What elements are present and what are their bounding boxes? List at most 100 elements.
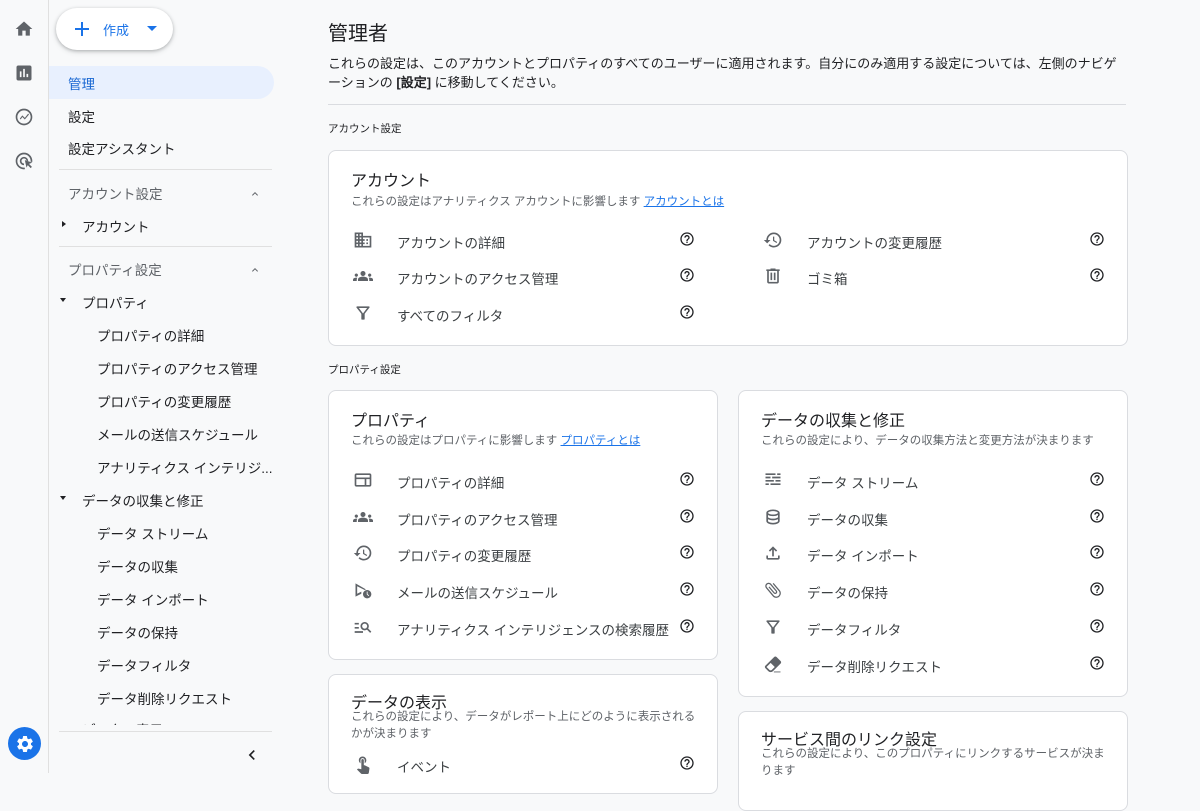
sidebar-subitem[interactable]: データ ストリーム	[97, 523, 208, 543]
intelligence-history-row[interactable]: アナリティクス インテリジェンスの検索履歴	[353, 615, 703, 639]
data-filter-row[interactable]: データフィルタ	[763, 615, 1113, 639]
sidebar-item-assistant[interactable]: 設定アシスタント	[49, 131, 274, 164]
sidebar-item-data-collection[interactable]: データの収集と修正	[82, 490, 204, 510]
all-filters-row[interactable]: すべてのフィルタ	[353, 301, 695, 325]
help-icon[interactable]	[679, 267, 695, 283]
help-icon[interactable]	[679, 581, 695, 597]
sidebar-subitem[interactable]: プロパティのアクセス管理	[97, 358, 258, 378]
help-icon[interactable]	[679, 304, 695, 320]
sidebar-subitem[interactable]: アナリティクス インテリジ...	[97, 457, 273, 477]
row-label: アカウントの詳細	[397, 236, 505, 251]
building-icon	[353, 230, 373, 250]
card-subtitle: これらの設定はアナリティクス アカウントに影響します アカウントとは	[351, 194, 724, 211]
row-label: プロパティのアクセス管理	[397, 513, 558, 528]
main-divider	[328, 104, 1126, 105]
account-details-row[interactable]: アカウントの詳細	[353, 228, 695, 252]
help-icon[interactable]	[1089, 581, 1105, 597]
people-icon	[353, 266, 373, 286]
sidebar-divider	[59, 169, 272, 170]
events-row[interactable]: イベント	[353, 752, 703, 776]
row-label: ゴミ箱	[807, 272, 848, 287]
create-button[interactable]: 作成	[56, 8, 173, 50]
admin-gear-icon[interactable]	[8, 727, 41, 760]
help-icon[interactable]	[679, 755, 695, 771]
chevron-up-icon[interactable]	[249, 261, 261, 273]
page-title: 管理者	[328, 23, 388, 45]
help-icon[interactable]	[1089, 231, 1105, 247]
account-history-row[interactable]: アカウントの変更履歴	[763, 228, 1105, 252]
data-import-row[interactable]: データ インポート	[763, 541, 1113, 565]
sidebar-item-settings[interactable]: 設定	[49, 99, 274, 132]
row-label: データフィルタ	[807, 623, 902, 638]
advertising-icon[interactable]	[13, 150, 35, 172]
what-is-property-link[interactable]: プロパティとは	[561, 435, 641, 447]
collapse-sidebar-icon[interactable]	[242, 745, 262, 765]
help-icon[interactable]	[1089, 618, 1105, 634]
sidebar-item-account[interactable]: アカウント	[82, 216, 150, 236]
trash-icon	[763, 266, 783, 286]
home-icon[interactable]	[13, 18, 35, 40]
sidebar-item-admin[interactable]: 管理	[49, 66, 274, 99]
help-icon[interactable]	[1089, 508, 1105, 524]
sidebar-subitem[interactable]: プロパティの詳細	[97, 325, 204, 345]
card-sub-line: かが決まります	[351, 728, 432, 740]
help-icon[interactable]	[1089, 267, 1105, 283]
account-section-header[interactable]: アカウント設定	[68, 183, 163, 203]
card-subtitle: これらの設定により、このプロパティにリンクするサービスが決ま ります	[761, 746, 1105, 780]
database-icon	[763, 507, 783, 527]
property-details-row[interactable]: プロパティの詳細	[353, 468, 703, 492]
eraser-icon	[763, 654, 783, 674]
sidebar-subitem[interactable]: データ削除リクエスト	[97, 688, 232, 708]
sidebar-subitem[interactable]: メールの送信スケジュール	[97, 424, 258, 444]
help-icon[interactable]	[679, 618, 695, 634]
property-access-row[interactable]: プロパティのアクセス管理	[353, 505, 703, 529]
help-icon[interactable]	[1089, 471, 1105, 487]
sidebar-subitem[interactable]: データの保持	[97, 622, 178, 642]
sidebar-subitem[interactable]: データフィルタ	[97, 655, 191, 675]
chevron-up-icon[interactable]	[249, 185, 261, 197]
help-icon[interactable]	[679, 544, 695, 560]
property-group-label: プロパティ設定	[328, 364, 401, 376]
row-label: すべてのフィルタ	[397, 309, 504, 324]
account-access-row[interactable]: アカウントのアクセス管理	[353, 264, 695, 288]
row-label: データの保持	[807, 586, 888, 601]
help-icon[interactable]	[679, 231, 695, 247]
help-icon[interactable]	[679, 508, 695, 524]
collapse-arrow-icon[interactable]	[60, 298, 66, 302]
row-label: データ インポート	[807, 549, 919, 564]
card-sub-text: これらの設定はプロパティに影響します	[351, 435, 561, 447]
sidebar-subitem[interactable]: データの収集	[97, 556, 178, 576]
help-icon[interactable]	[1089, 655, 1105, 671]
sidebar-item-data-display[interactable]: データの表示	[82, 719, 163, 725]
reports-icon[interactable]	[13, 62, 35, 84]
data-retention-row[interactable]: データの保持	[763, 578, 1113, 602]
help-icon[interactable]	[1089, 544, 1105, 560]
attachment-icon	[763, 580, 783, 600]
explore-icon[interactable]	[13, 106, 35, 128]
people-icon	[353, 507, 373, 527]
sidebar-divider	[59, 731, 272, 732]
data-collection-card: データの収集と修正 これらの設定により、データの収集方法と変更方法が決まります …	[738, 390, 1128, 697]
what-is-account-link[interactable]: アカウントとは	[644, 196, 725, 208]
sidebar-item-property[interactable]: プロパティ	[82, 292, 149, 312]
data-deletion-row[interactable]: データ削除リクエスト	[763, 652, 1113, 676]
card-sub-line: ります	[761, 765, 796, 777]
upload-icon	[763, 543, 783, 563]
data-stream-row[interactable]: データ ストリーム	[763, 468, 1113, 492]
property-section-header[interactable]: プロパティ設定	[68, 259, 162, 279]
card-subtitle: これらの設定はプロパティに影響します プロパティとは	[351, 433, 640, 450]
data-collection-row[interactable]: データの収集	[763, 505, 1113, 529]
sidebar-subitem[interactable]: プロパティの変更履歴	[97, 391, 231, 411]
trash-row[interactable]: ゴミ箱	[763, 264, 1105, 288]
expand-arrow-icon[interactable]	[62, 221, 66, 227]
card-title: プロパティ	[351, 413, 431, 430]
property-history-row[interactable]: プロパティの変更履歴	[353, 541, 703, 565]
email-schedule-row[interactable]: メールの送信スケジュール	[353, 578, 703, 602]
filter-icon	[763, 617, 783, 637]
help-icon[interactable]	[679, 471, 695, 487]
sidebar-subitem[interactable]: データ インポート	[97, 589, 209, 609]
filter-icon	[353, 303, 373, 323]
collapse-arrow-icon[interactable]	[60, 496, 66, 500]
row-label: データ削除リクエスト	[807, 660, 942, 675]
row-label: プロパティの詳細	[397, 476, 505, 491]
